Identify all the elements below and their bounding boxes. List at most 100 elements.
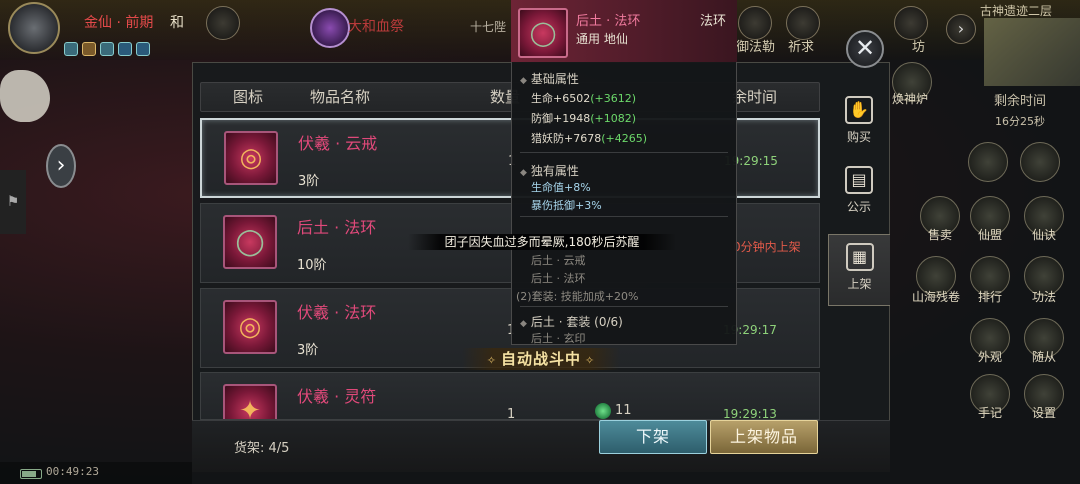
player-avatar[interactable] bbox=[8, 2, 60, 54]
column-item-name: 物品名称 bbox=[310, 88, 371, 106]
column-icon: 图标 bbox=[233, 88, 264, 106]
list-item-button[interactable]: 上架物品 bbox=[710, 420, 818, 454]
player-name: 金仙 · 前期 bbox=[84, 15, 154, 31]
talisman-icon[interactable]: ✦ bbox=[223, 384, 277, 420]
tab-label: 购买 bbox=[846, 130, 871, 144]
tooltip-unique-stat: 生命值+8% bbox=[531, 181, 591, 194]
system-notice: 团子因失血过多而晕厥,180秒后苏醒 bbox=[408, 234, 676, 250]
item-quantity: 1 bbox=[507, 407, 516, 420]
buff-icon[interactable] bbox=[118, 42, 132, 56]
event-boss-icon[interactable] bbox=[310, 8, 350, 48]
item-rank: 10阶 bbox=[297, 258, 327, 273]
tooltip-divider bbox=[520, 216, 728, 217]
furnace-label[interactable]: 焕神炉 bbox=[880, 90, 940, 107]
tooltip-set-item: 后土 · 法环 bbox=[531, 272, 586, 285]
item-rank: 3阶 bbox=[297, 343, 319, 358]
jade-currency-icon bbox=[595, 403, 611, 419]
tooltip-item-usage: 通用 地仙 bbox=[576, 32, 628, 46]
decor-left-icon: ✧ bbox=[486, 354, 497, 367]
item-glyph: ◯ bbox=[235, 227, 265, 257]
tab-listing[interactable]: ▦ 上架 bbox=[828, 234, 890, 306]
tab-notice[interactable]: ▤ 公示 bbox=[828, 158, 890, 230]
tooltip-base-title: 基础属性 bbox=[520, 70, 579, 87]
tooltip-item-type: 法环 bbox=[700, 14, 727, 29]
column-remaining-time: 余时间 bbox=[732, 88, 778, 106]
buff-icon[interactable] bbox=[64, 42, 78, 56]
menu-label[interactable]: 设置 bbox=[1014, 404, 1074, 421]
item-name: 伏羲 · 灵符 bbox=[297, 387, 377, 406]
buff-icon[interactable] bbox=[82, 42, 96, 56]
bracelet-icon: ◯ bbox=[518, 8, 568, 58]
item-remaining-time: 19:29:13 bbox=[723, 407, 777, 420]
top-button-label[interactable]: 祈求 bbox=[788, 36, 814, 55]
tooltip-set-next: 后土 · 玄印 bbox=[531, 332, 586, 345]
buff-icon[interactable] bbox=[100, 42, 114, 56]
stat-value: 防御+1948 bbox=[531, 112, 591, 125]
workshop-icon[interactable] bbox=[894, 6, 928, 40]
tooltip-set-bonus: (2)套装: 技能加成+20% bbox=[516, 290, 639, 303]
buff-icon[interactable] bbox=[136, 42, 150, 56]
item-glyph: ✦ bbox=[239, 396, 261, 420]
bracelet-icon[interactable]: ◯ bbox=[223, 215, 277, 269]
item-rank: 3阶 bbox=[298, 174, 320, 189]
player-tag[interactable]: 和 bbox=[170, 12, 184, 32]
item-price: 11 bbox=[615, 403, 632, 418]
tooltip-divider bbox=[520, 306, 728, 307]
shelf-count: 货架: 4/5 bbox=[234, 441, 290, 456]
item-name: 伏羲 · 云戒 bbox=[298, 134, 378, 153]
menu-label[interactable]: 外观 bbox=[960, 348, 1020, 365]
item-glyph: ◯ bbox=[529, 19, 557, 47]
tooltip-unique-title: 独有属性 bbox=[520, 162, 579, 179]
auto-battle-indicator: ✧ 自动战斗中 ✧ bbox=[462, 348, 620, 370]
item-glyph: ◎ bbox=[238, 312, 262, 342]
menu-label[interactable]: 随从 bbox=[1014, 348, 1074, 365]
mascot-icon[interactable] bbox=[0, 70, 50, 122]
tooltip-stat: 生命+6502(+3612) bbox=[531, 90, 636, 106]
buff-bar bbox=[64, 42, 150, 56]
menu-label[interactable]: 排行 bbox=[960, 288, 1020, 305]
top-button-label[interactable]: 御法勒 bbox=[736, 36, 775, 55]
expand-left-icon[interactable]: › bbox=[46, 144, 76, 188]
menu-label[interactable]: 功法 bbox=[1014, 288, 1074, 305]
tooltip-stat: 猎妖防+7678(+4265) bbox=[531, 130, 647, 146]
top-button-label[interactable]: 坊 bbox=[912, 36, 925, 55]
bag-icon[interactable] bbox=[968, 142, 1008, 182]
ring-icon[interactable]: ◎ bbox=[223, 300, 277, 354]
sword-icon[interactable] bbox=[738, 6, 772, 40]
close-icon[interactable]: ✕ bbox=[846, 30, 884, 68]
tooltip-divider bbox=[520, 152, 728, 153]
tooltip-set-item: 后土 · 云戒 bbox=[531, 254, 586, 267]
stat-value: 生命+6502 bbox=[531, 92, 591, 105]
decor-right-icon: ✧ bbox=[585, 354, 596, 367]
auto-battle-label: 自动战斗中 bbox=[500, 350, 581, 368]
tooltip-item-name: 后土 · 法环 bbox=[576, 14, 641, 29]
stat-value: 猎妖防+7678 bbox=[531, 132, 602, 145]
zone-name: 古神遗迹二层 bbox=[980, 4, 1053, 18]
ring-icon[interactable]: ◎ bbox=[224, 131, 278, 185]
remaining-time-box: 剩余时间 16分25秒 bbox=[960, 90, 1080, 129]
tooltip-stat: 防御+1948(+1082) bbox=[531, 110, 636, 126]
item-name: 伏羲 · 法环 bbox=[297, 303, 377, 322]
event-subtitle: 十七陛 bbox=[470, 20, 507, 34]
table-row[interactable]: ✦ 伏羲 · 灵符 1 11 19:29:13 bbox=[200, 372, 820, 420]
remove-listing-button[interactable]: 下架 bbox=[599, 420, 707, 454]
tooltip-set-title: 后土 · 套装 (0/6) bbox=[520, 313, 623, 330]
menu-label[interactable]: 仙盟 bbox=[960, 226, 1020, 243]
flag-icon[interactable]: ⚑ bbox=[0, 170, 26, 234]
skill-wheel-icon[interactable] bbox=[1020, 142, 1060, 182]
menu-label[interactable]: 山海残卷 bbox=[906, 288, 966, 305]
menu-label[interactable]: 仙诀 bbox=[1014, 226, 1074, 243]
listing-icon: ▦ bbox=[845, 243, 874, 271]
event-title[interactable]: 大和血祭 bbox=[348, 16, 404, 36]
purchase-icon: ✋ bbox=[845, 96, 873, 124]
item-listing-status: 0分钟内上架 bbox=[733, 240, 801, 254]
minimap[interactable] bbox=[984, 18, 1080, 86]
tab-label: 公示 bbox=[846, 200, 871, 214]
tab-label: 上架 bbox=[847, 277, 872, 291]
menu-label[interactable]: 手记 bbox=[960, 404, 1020, 421]
stat-bonus: (+4265) bbox=[601, 132, 648, 145]
battery-icon bbox=[20, 469, 42, 479]
lotus-icon[interactable] bbox=[206, 6, 240, 40]
expand-arrow-icon[interactable]: › bbox=[946, 14, 976, 44]
pray-icon[interactable] bbox=[786, 6, 820, 40]
